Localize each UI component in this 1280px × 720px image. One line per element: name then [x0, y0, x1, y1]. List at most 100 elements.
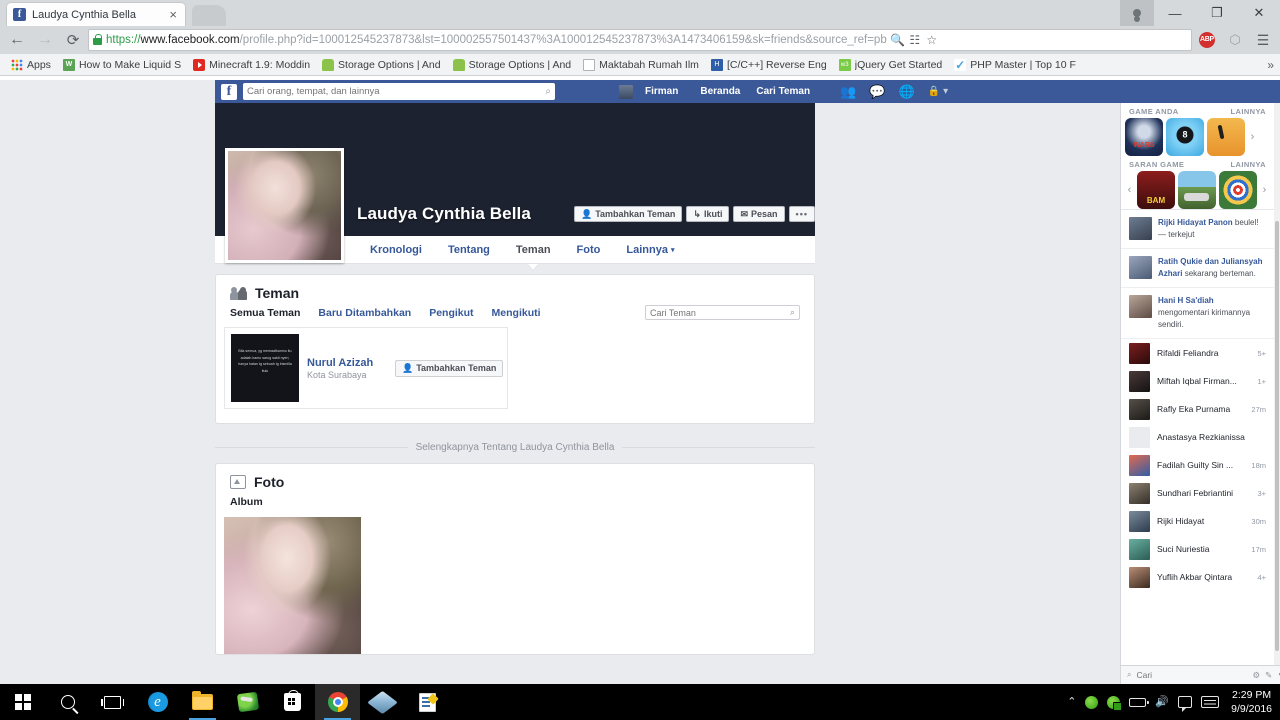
maximize-button[interactable]: ❐ [1196, 0, 1238, 26]
album-thumbnail[interactable] [224, 517, 361, 654]
browser-tab[interactable]: f Laudya Cynthia Bella × [6, 2, 186, 26]
address-bar[interactable]: https://www.facebook.com/profile.php?id=… [88, 29, 1192, 51]
message-button[interactable]: ✉ Pesan [733, 206, 785, 222]
game-tile-racing[interactable] [1178, 171, 1216, 209]
chat-contact-row[interactable]: Rijki Hidayat 30m [1121, 507, 1274, 535]
subtab-mengikuti[interactable]: Mengikuti [492, 307, 541, 319]
close-window-button[interactable]: ✕ [1238, 0, 1280, 26]
bookmark-maktabah[interactable]: Maktabah Rumah Ilm [578, 56, 704, 74]
subtab-baru-ditambahkan[interactable]: Baru Ditambahkan [318, 307, 411, 319]
task-view-button[interactable] [90, 684, 135, 720]
clock[interactable]: 2:29 PM 9/9/2016 [1228, 688, 1272, 716]
ticker-item[interactable]: Ratih Qukie dan Juliansyah Azhari sekara… [1121, 249, 1274, 288]
reload-icon[interactable]: ⟳ [60, 27, 86, 53]
friend-avatar[interactable]: Bila semua, yg memaafkanmu itu adalah ka… [231, 334, 299, 402]
bookmark-storage-options-1[interactable]: Storage Options | And [317, 56, 446, 74]
bookmark-minecraft[interactable]: Minecraft 1.9: Moddin [188, 56, 315, 74]
bookmark-reverse-eng[interactable]: H [C/C++] Reverse Eng [706, 56, 832, 74]
chat-contact-row[interactable]: Suci Nuriestia 17m [1121, 535, 1274, 563]
chat-contact-row[interactable]: Sundhari Febriantini 3+ [1121, 479, 1274, 507]
keyboard-icon[interactable] [1201, 696, 1220, 708]
chat-contact-row[interactable]: Fadilah Guilty Sin ... 18m [1121, 451, 1274, 479]
notifications-icon[interactable]: 🌐 [898, 85, 914, 98]
compose-icon[interactable]: ✎ [1265, 670, 1272, 681]
ticker-item[interactable]: Hani H Sa'diah mengomentari kirimannya s… [1121, 288, 1274, 339]
profile-picture[interactable] [225, 148, 344, 263]
friend-name[interactable]: Nurul Azizah [307, 357, 395, 369]
start-button[interactable] [0, 684, 45, 720]
bookmark-php-master[interactable]: ✓ PHP Master | Top 10 F [949, 56, 1081, 74]
tab-kronologi[interactable]: Kronologi [357, 236, 435, 264]
chat-contact-row[interactable]: Rifaldi Feliandra 5+ [1121, 339, 1274, 367]
game-tile-runner[interactable] [1207, 118, 1245, 156]
friend-requests-icon[interactable]: 👥 [840, 85, 856, 98]
bookmark-star-icon[interactable]: ☆ [924, 33, 940, 47]
action-center-icon[interactable] [1178, 696, 1193, 712]
notepad-button[interactable] [405, 684, 450, 720]
cover-photo[interactable]: Laudya Cynthia Bella 👤 Tambahkan Teman ↳… [215, 103, 815, 263]
volume-icon[interactable]: 🔊 [1155, 696, 1169, 708]
show-hidden-icons[interactable]: ⌃ [1067, 696, 1076, 708]
chat-contact-row[interactable]: Yuflih Akbar Qintara 4+ [1121, 563, 1274, 591]
subtab-semua-teman[interactable]: Semua Teman [230, 307, 300, 319]
minimize-button[interactable]: — [1154, 0, 1196, 26]
subtab-pengikut[interactable]: Pengikut [429, 307, 473, 319]
more-options-button[interactable]: ••• [788, 206, 815, 222]
bookmark-storage-options-2[interactable]: Storage Options | And [448, 56, 577, 74]
facebook-logo-icon[interactable]: f [221, 83, 237, 100]
game-tile-archery[interactable] [1219, 171, 1257, 209]
adblock-extension-icon[interactable]: ABP [1194, 27, 1220, 53]
privacy-menu-icon[interactable]: 🔒 ▾ [928, 86, 948, 97]
chat-search-input[interactable] [1136, 670, 1248, 680]
nav-home-link[interactable]: Beranda [692, 86, 748, 97]
messages-icon[interactable]: 💬 [869, 85, 885, 98]
games-next-icon[interactable]: › [1248, 131, 1257, 143]
rail-scrollbar[interactable] [1274, 103, 1280, 665]
add-friend-button[interactable]: 👤 Tambahkan Teman [574, 206, 683, 222]
nav-profile-label[interactable]: Firman [637, 86, 686, 97]
tray-app-icon-1[interactable] [1085, 695, 1099, 709]
facebook-search-input[interactable] [247, 86, 546, 97]
ticker-name[interactable]: Rijki Hidayat Panon [1158, 218, 1233, 227]
idm-button[interactable] [225, 684, 270, 720]
gear-icon[interactable]: ⚙ [1252, 670, 1260, 681]
chat-contact-row[interactable]: Anastasya Rezkianissa [1121, 423, 1274, 451]
back-icon[interactable]: ← [4, 27, 30, 53]
friend-add-button[interactable]: 👤 Tambahkan Teman [395, 359, 504, 377]
tab-foto[interactable]: Foto [564, 236, 614, 264]
suggested-prev-icon[interactable]: ‹ [1125, 184, 1134, 196]
ticker-name[interactable]: Hani H Sa'diah [1158, 296, 1214, 305]
rail-scrollbar-thumb[interactable] [1275, 221, 1279, 651]
file-explorer-button[interactable] [180, 684, 225, 720]
chrome-button[interactable] [315, 684, 360, 720]
bookmark-apps[interactable]: Apps [6, 56, 56, 74]
user-profile-icon[interactable] [1120, 0, 1154, 26]
ticker-item[interactable]: Rijki Hidayat Panon beulel! — terkejut [1121, 210, 1274, 249]
battery-icon[interactable] [1129, 697, 1149, 707]
nav-profile-link[interactable]: Firman [613, 84, 692, 99]
game-tile-tycoon-bam[interactable] [1137, 171, 1175, 209]
close-tab-icon[interactable]: × [167, 8, 179, 21]
cube-extension-icon[interactable]: ⬡ [1222, 27, 1248, 53]
follow-button[interactable]: ↳ Ikuti [686, 206, 730, 222]
facebook-search-box[interactable]: ⌕ [243, 83, 555, 100]
game-tile-social-wars[interactable] [1125, 118, 1163, 156]
bookmark-jquery[interactable]: w3 jQuery Get Started [834, 56, 948, 74]
store-button[interactable] [270, 684, 315, 720]
album-tab-label[interactable]: Album [216, 496, 814, 517]
tab-teman[interactable]: Teman [503, 236, 564, 264]
edge-button[interactable]: e [135, 684, 180, 720]
bookmarks-overflow-icon[interactable]: » [1267, 58, 1274, 72]
nav-find-friends-link[interactable]: Cari Teman [748, 86, 818, 97]
friend-search-box[interactable]: ⌕ [645, 305, 800, 320]
bookmark-wikihow[interactable]: W How to Make Liquid S [58, 56, 186, 74]
virtualbox-button[interactable] [360, 684, 405, 720]
tab-tentang[interactable]: Tentang [435, 236, 503, 264]
zoom-icon[interactable]: 🔍 [890, 33, 906, 47]
translate-icon[interactable]: ☷ [907, 33, 923, 47]
tray-app-icon-2[interactable] [1107, 695, 1123, 711]
forward-icon[interactable]: → [32, 27, 58, 53]
games-more-link[interactable]: LAINNYA [1231, 107, 1266, 116]
chat-contact-row[interactable]: Rafly Eka Purnama 27m [1121, 395, 1274, 423]
suggested-next-icon[interactable]: › [1260, 184, 1269, 196]
